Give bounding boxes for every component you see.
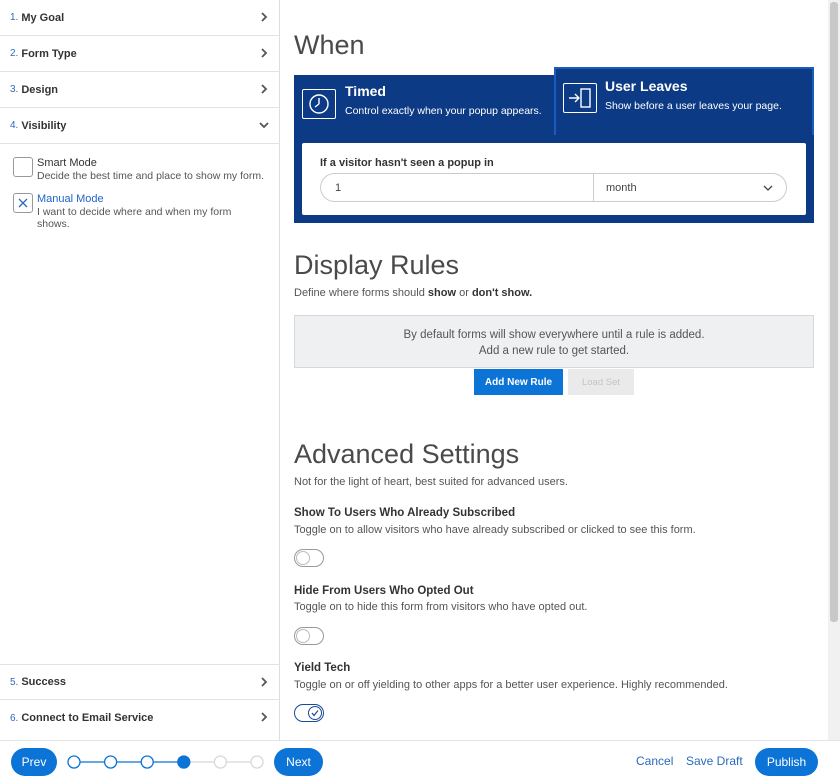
step-form-type[interactable]: 2. Form Type xyxy=(0,36,280,72)
tab-timed[interactable]: Timed Control exactly when your popup ap… xyxy=(294,75,553,135)
setting-description: Toggle on to allow visitors who have alr… xyxy=(294,524,696,536)
tab-description: Control exactly when your popup appears. xyxy=(345,105,542,117)
toggle-knob xyxy=(296,551,310,565)
cancel-link[interactable]: Cancel xyxy=(636,754,673,768)
display-rules-heading: Display Rules xyxy=(294,250,460,280)
step-label: Connect to Email Service xyxy=(21,712,154,724)
setting-title: Yield Tech xyxy=(294,662,351,674)
step-number: 4. xyxy=(10,120,19,131)
step-design[interactable]: 3. Design xyxy=(0,72,280,108)
toggle-hide-opted-out[interactable] xyxy=(294,627,324,645)
setting-title: Hide From Users Who Opted Out xyxy=(294,585,474,597)
when-question: If a visitor hasn't seen a popup in xyxy=(320,157,494,169)
publish-button[interactable]: Publish xyxy=(755,748,818,776)
checkmark-icon xyxy=(311,710,319,717)
mode-description: I want to decide where and when my form … xyxy=(37,206,232,230)
sub-show: show xyxy=(427,287,457,299)
tab-title: User Leaves xyxy=(605,78,688,94)
step-success[interactable]: 5. Success xyxy=(0,664,280,700)
when-unit-value: month xyxy=(606,181,637,194)
progress-dot xyxy=(103,755,118,769)
scrollbar-thumb[interactable] xyxy=(830,2,838,622)
empty-line: By default forms will show everywhere un… xyxy=(403,329,705,341)
toggle-knob xyxy=(308,706,322,720)
progress-stepper xyxy=(67,755,264,769)
step-number: 2. xyxy=(10,48,19,59)
mode-title: Manual Mode xyxy=(37,193,104,205)
progress-dot xyxy=(67,755,81,769)
mode-title: Smart Mode xyxy=(37,157,97,169)
sub-text: Define where forms should xyxy=(294,287,428,299)
mode-option-smart[interactable]: Smart Mode Decide the best time and plac… xyxy=(13,157,267,182)
when-condition-card: If a visitor hasn't seen a popup in 1 mo… xyxy=(302,143,806,215)
vertical-scrollbar[interactable] xyxy=(828,0,840,740)
empty-line: Add a new rule to get started. xyxy=(478,345,630,357)
next-button[interactable]: Next xyxy=(274,748,323,776)
manual-mode-checkbox[interactable] xyxy=(13,193,33,213)
setting-description: Toggle on to hide this form from visitor… xyxy=(294,601,588,613)
tab-user-leaves[interactable]: User Leaves Show before a user leaves yo… xyxy=(554,67,814,135)
tab-title: Timed xyxy=(345,83,386,99)
chevron-down-icon xyxy=(763,185,773,191)
step-number: 6. xyxy=(10,712,19,724)
step-connect-email[interactable]: 6. Connect to Email Service xyxy=(0,700,280,736)
when-panel: Timed Control exactly when your popup ap… xyxy=(294,67,814,223)
sidebar: 1. My Goal 2. Form Type 3. Design 4. Vis… xyxy=(0,0,280,740)
toggle-yield-tech[interactable] xyxy=(294,704,324,722)
chevron-right-icon xyxy=(261,48,268,58)
step-label: Visibility xyxy=(21,119,67,132)
setting-description: Toggle on or off yielding to other apps … xyxy=(294,679,728,691)
advanced-heading: Advanced Settings xyxy=(294,439,520,469)
advanced-subtitle: Not for the light of heart, best suited … xyxy=(294,476,568,488)
when-amount-input[interactable]: 1 xyxy=(320,173,593,202)
when-unit-select[interactable]: month xyxy=(593,173,787,202)
chevron-right-icon xyxy=(261,712,268,722)
step-number: 5. xyxy=(10,676,19,688)
tab-description: Show before a user leaves your page. xyxy=(605,100,782,112)
chevron-down-icon xyxy=(259,122,269,129)
step-my-goal[interactable]: 1. My Goal xyxy=(0,0,280,36)
toggle-show-subscribed[interactable] xyxy=(294,549,324,567)
when-heading: When xyxy=(294,30,365,60)
prev-button[interactable]: Prev xyxy=(11,748,57,776)
chevron-right-icon xyxy=(261,677,268,687)
rules-empty-state: By default forms will show everywhere un… xyxy=(294,315,814,368)
chevron-right-icon xyxy=(261,12,268,22)
load-set-button[interactable]: Load Set xyxy=(568,369,634,395)
main-content: When Timed Control exactly when your pop… xyxy=(281,0,828,740)
step-number: 3. xyxy=(10,84,19,95)
close-x-icon xyxy=(18,198,28,208)
save-draft-link[interactable]: Save Draft xyxy=(686,754,743,768)
footer-bar: Prev Next Cancel Save Draft Publish xyxy=(0,740,840,783)
step-label: Form Type xyxy=(21,47,77,60)
step-label: Success xyxy=(21,676,66,688)
step-visibility[interactable]: 4. Visibility xyxy=(0,108,280,144)
setting-title: Show To Users Who Already Subscribed xyxy=(294,507,516,519)
progress-dot xyxy=(213,755,228,769)
toggle-knob xyxy=(296,629,310,643)
clock-icon xyxy=(302,89,336,119)
mode-description: Decide the best time and place to show m… xyxy=(37,170,265,182)
step-label: My Goal xyxy=(21,11,65,24)
mode-option-manual[interactable]: Manual Mode I want to decide where and w… xyxy=(13,193,237,230)
progress-dot-active xyxy=(177,755,191,769)
smart-mode-checkbox[interactable] xyxy=(13,157,33,177)
sub-or: or xyxy=(456,287,472,299)
chevron-right-icon xyxy=(261,84,268,94)
exit-door-icon xyxy=(563,83,597,113)
progress-dot xyxy=(250,755,264,769)
display-rules-subtitle: Define where forms should show or don't … xyxy=(294,287,532,299)
add-new-rule-button[interactable]: Add New Rule xyxy=(474,369,563,395)
step-label: Design xyxy=(21,83,59,96)
progress-dot xyxy=(140,755,154,769)
sub-dont-show: don't show. xyxy=(471,287,533,299)
step-number: 1. xyxy=(10,12,19,23)
